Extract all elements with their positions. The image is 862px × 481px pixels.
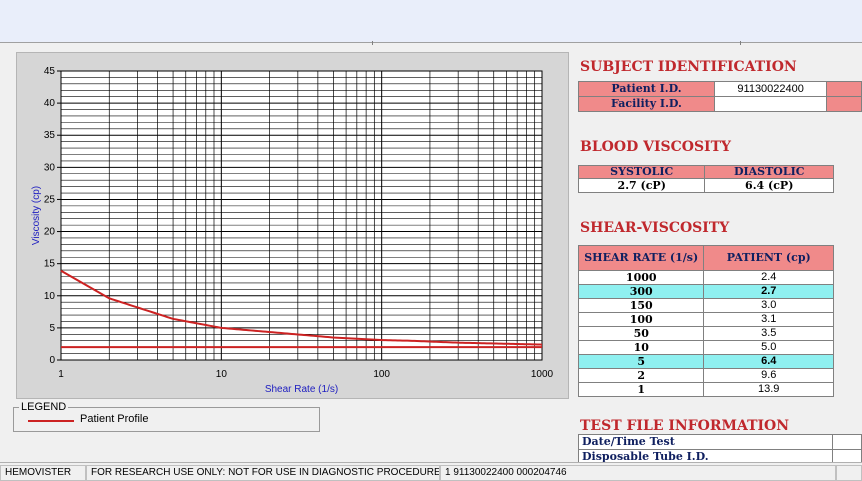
date-time-test-label: Date/Time Test <box>577 434 834 450</box>
shear-rate-cell: 5 <box>577 354 705 369</box>
window-top-area <box>0 0 862 42</box>
viscosity-chart-panel: 0 5 10 15 20 25 30 35 40 45 1 10 100 1000 Shear Rate (… <box>16 52 569 399</box>
y-tick-label: 45 <box>44 66 56 77</box>
table-row: 100 3.1 <box>577 312 834 327</box>
patient-cp-header: PATIENT (cp) <box>703 245 834 271</box>
x-axis-label: Shear Rate (1/s) <box>265 384 338 395</box>
test-file-table: Date/Time Test Disposable Tube I.D. <box>577 434 862 465</box>
y-tick-label: 20 <box>44 227 56 238</box>
date-time-test-value <box>832 434 862 450</box>
facility-id-label: Facility I.D. <box>578 96 715 112</box>
facility-id-value[interactable] <box>713 96 828 112</box>
table-row: 150 3.0 <box>577 298 834 313</box>
patient-cp-cell: 9.6 <box>703 368 834 383</box>
status-bar: HEMOVISTER FOR RESEARCH USE ONLY: NOT FO… <box>0 462 862 481</box>
table-row: 50 3.5 <box>577 326 834 341</box>
patient-id-label: Patient I.D. <box>578 81 715 97</box>
shear-rate-cell: 300 <box>577 284 705 299</box>
patient-cp-cell: 3.1 <box>703 312 834 327</box>
subject-identification-title: SUBJECT IDENTIFICATION <box>580 59 797 75</box>
diastolic-label: DIASTOLIC <box>704 165 834 179</box>
patient-id-value[interactable]: 91130022400 <box>713 81 828 97</box>
y-axis-label: Viscosity (cp) <box>31 186 42 245</box>
shear-viscosity-table: SHEAR RATE (1/s) PATIENT (cp) 1000 2.4 300… <box>577 245 834 397</box>
patient-cp-cell: 2.7 <box>703 284 834 299</box>
status-notice: FOR RESEARCH USE ONLY: NOT FOR USE IN DI… <box>86 465 440 481</box>
table-row: 10 5.0 <box>577 340 834 355</box>
y-tick-label: 5 <box>49 323 55 334</box>
top-divider-tick <box>740 41 741 45</box>
top-divider-tick <box>372 41 373 45</box>
viscosity-chart: 0 5 10 15 20 25 30 35 40 45 1 10 100 1000 Shear Rate (… <box>31 66 554 395</box>
shear-rate-cell: 2 <box>577 368 705 383</box>
table-row: 300 2.7 <box>577 284 834 299</box>
status-app-name: HEMOVISTER <box>0 465 86 481</box>
y-tick-label: 30 <box>44 162 56 173</box>
subject-table: Patient I.D. 91130022400 Facility I.D. <box>578 81 862 112</box>
patient-cp-cell: 2.4 <box>703 270 834 285</box>
table-row: 5 6.4 <box>577 354 834 369</box>
test-file-information-title: TEST FILE INFORMATION <box>580 418 790 434</box>
top-divider <box>0 42 862 43</box>
patient-cp-cell: 3.5 <box>703 326 834 341</box>
y-tick-label: 40 <box>44 98 56 109</box>
diastolic-value: 6.4 (cP) <box>704 178 834 193</box>
x-tick-label: 100 <box>373 369 390 380</box>
legend-swatch-patient <box>28 420 74 422</box>
shear-rate-cell: 1000 <box>577 270 705 285</box>
y-tick-label: 35 <box>44 130 56 141</box>
y-tick-label: 25 <box>44 194 56 205</box>
x-tick-label: 1000 <box>531 369 554 380</box>
legend-label-patient: Patient Profile <box>80 413 149 425</box>
shear-viscosity-title: SHEAR-VISCOSITY <box>580 220 730 236</box>
status-extra <box>836 465 862 481</box>
blood-viscosity-title: BLOOD VISCOSITY <box>580 139 732 155</box>
systolic-value: 2.7 (cP) <box>577 178 706 193</box>
systolic-label: SYSTOLIC <box>577 165 706 179</box>
subject-table-pad <box>826 81 862 97</box>
table-row: 1 13.9 <box>577 382 834 397</box>
shear-rate-cell: 100 <box>577 312 705 327</box>
x-tick-label: 1 <box>58 369 64 380</box>
blood-viscosity-table: SYSTOLIC DIASTOLIC 2.7 (cP) 6.4 (cP) <box>577 165 834 193</box>
shear-rate-cell: 10 <box>577 340 705 355</box>
chart-legend: LEGEND Patient Profile <box>13 401 320 432</box>
table-row: 2 9.6 <box>577 368 834 383</box>
patient-cp-cell: 5.0 <box>703 340 834 355</box>
plot-area <box>60 70 543 361</box>
patient-cp-cell: 3.0 <box>703 298 834 313</box>
patient-cp-cell: 13.9 <box>703 382 834 397</box>
status-info: 1 91130022400 000204746 <box>440 465 836 481</box>
y-tick-label: 0 <box>49 355 55 366</box>
shear-rate-cell: 1 <box>577 382 705 397</box>
y-tick-label: 10 <box>44 291 56 302</box>
x-tick-label: 10 <box>216 369 228 380</box>
shear-rate-cell: 50 <box>577 326 705 341</box>
table-row: 1000 2.4 <box>577 270 834 285</box>
shear-rate-header: SHEAR RATE (1/s) <box>577 245 705 271</box>
shear-rate-cell: 150 <box>577 298 705 313</box>
patient-cp-cell: 6.4 <box>703 354 834 369</box>
subject-table-pad <box>826 96 862 112</box>
y-tick-label: 15 <box>44 259 56 270</box>
legend-title: LEGEND <box>19 401 69 413</box>
